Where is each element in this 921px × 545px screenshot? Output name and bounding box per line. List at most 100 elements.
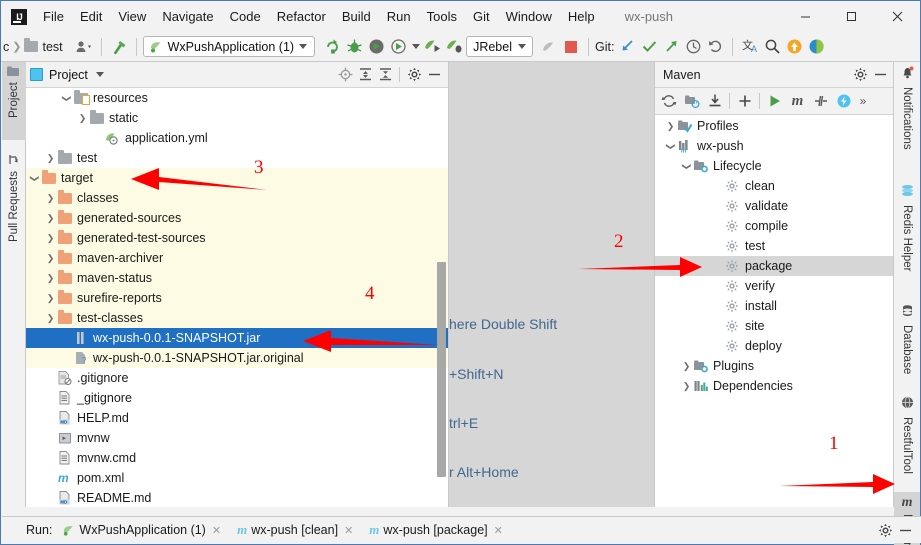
build-hammer-icon[interactable] — [108, 36, 130, 58]
tree-row[interactable]: application.yml — [26, 128, 448, 148]
search-everywhere-icon[interactable] — [761, 36, 783, 58]
hide-icon-maven[interactable] — [870, 65, 890, 85]
chevron-right-icon[interactable]: ❯ — [664, 121, 677, 132]
close-button[interactable] — [874, 1, 920, 32]
right-sidebar-item-notifications[interactable]: Notifications — [894, 62, 920, 172]
toggle-skip-tests-icon[interactable] — [809, 90, 832, 112]
menu-item-edit[interactable]: Edit — [72, 5, 110, 28]
tree-row[interactable]: .gitignore — [26, 368, 448, 388]
debug-icon[interactable] — [343, 36, 365, 58]
maven-tree-row[interactable]: ❯ Plugins — [655, 356, 894, 376]
maven-tree-row[interactable]: validate — [655, 196, 894, 216]
maven-tree-row[interactable]: install — [655, 296, 894, 316]
right-sidebar-item-database[interactable]: Database — [894, 300, 920, 386]
close-icon[interactable]: ✕ — [494, 524, 503, 537]
git-update-icon[interactable] — [616, 36, 638, 58]
gear-icon[interactable] — [404, 65, 424, 85]
add-maven-project-icon[interactable] — [680, 90, 703, 112]
git-push-icon[interactable] — [660, 36, 682, 58]
chevron-down-icon[interactable]: ❯ — [61, 92, 72, 105]
chevron-right-icon[interactable]: ❯ — [44, 193, 57, 204]
tree-row[interactable]: ❯ resources — [26, 88, 448, 108]
plus-icon[interactable] — [733, 90, 756, 112]
git-commit-icon[interactable] — [638, 36, 660, 58]
download-sources-icon[interactable] — [703, 90, 726, 112]
project-file-tree[interactable]: ❯ resources ❯ static application.yml ❯ test ❯ ta… — [26, 88, 448, 507]
tree-row[interactable]: MD HELP.md — [26, 408, 448, 428]
git-rollback-icon[interactable] — [704, 36, 726, 58]
tree-row[interactable]: ? wx-push-0.0.1-SNAPSHOT.jar.original — [26, 348, 448, 368]
menu-item-run[interactable]: Run — [379, 5, 419, 28]
tree-row[interactable]: ❯ test — [26, 148, 448, 168]
update-icon[interactable] — [783, 36, 805, 58]
chevron-right-icon[interactable]: ❯ — [44, 253, 57, 264]
tree-row[interactable]: mvnw — [26, 428, 448, 448]
ide-icon[interactable] — [805, 36, 827, 58]
tree-row[interactable]: ❯ generated-test-sources — [26, 228, 448, 248]
chevron-down-icon[interactable]: ❯ — [665, 140, 676, 153]
maven-tree-row[interactable]: ❯ Profiles — [655, 116, 894, 136]
run-configuration-selector[interactable]: WxPushApplication (1) — [142, 36, 316, 57]
maven-tree-row[interactable]: ❯ m wx-push — [655, 136, 894, 156]
git-history-icon[interactable] — [682, 36, 704, 58]
tree-row[interactable]: ❯ classes — [26, 188, 448, 208]
maven-tree-row[interactable]: clean — [655, 176, 894, 196]
breadcrumb[interactable]: c ❯ test — [3, 38, 63, 54]
run-tab[interactable]: m wx-push [clean] ✕ — [237, 522, 353, 538]
maven-tree-row[interactable]: package — [655, 256, 894, 276]
right-sidebar-item-restfultool[interactable]: RestfulTool — [894, 392, 920, 488]
tree-row[interactable]: MD README.md — [26, 488, 448, 507]
tree-row[interactable]: ❯ generated-sources — [26, 208, 448, 228]
chevron-right-icon[interactable]: ❯ — [44, 213, 57, 224]
maven-goal-tree[interactable]: ❯ Profiles ❯ m wx-push ❯ Lifecycle clean validat… — [655, 116, 894, 507]
maven-tree-row[interactable]: test — [655, 236, 894, 256]
run-tab[interactable]: WxPushApplication (1) ✕ — [62, 523, 221, 537]
maven-tree-row[interactable]: ❯ Lifecycle — [655, 156, 894, 176]
locate-icon[interactable] — [335, 65, 355, 85]
profile-icon[interactable] — [387, 36, 409, 58]
menu-item-window[interactable]: Window — [498, 5, 560, 28]
menu-item-build[interactable]: Build — [334, 5, 379, 28]
toggle-offline-icon[interactable] — [832, 90, 855, 112]
sidebar-item-project[interactable]: Project — [2, 62, 26, 140]
chevron-right-icon[interactable]: ❯ — [76, 113, 89, 124]
tree-row[interactable]: mvnw.cmd — [26, 448, 448, 468]
tree-row[interactable]: ❯ maven-status — [26, 268, 448, 288]
tree-row[interactable]: m pom.xml — [26, 468, 448, 488]
reload-icon[interactable] — [657, 90, 680, 112]
rerun-icon[interactable] — [321, 36, 343, 58]
maven-tree-row[interactable]: ❯ Dependencies — [655, 376, 894, 396]
menu-item-navigate[interactable]: Navigate — [154, 5, 221, 28]
chevron-down-icon[interactable]: ❯ — [681, 160, 692, 173]
chevron-right-icon[interactable]: ❯ — [680, 361, 693, 372]
chevron-down-icon[interactable]: ❯ — [29, 172, 40, 185]
gear-icon-maven[interactable] — [850, 65, 870, 85]
profile-dropdown-icon[interactable] — [409, 36, 422, 58]
jrebel-debug-icon[interactable] — [444, 36, 466, 58]
tree-row[interactable]: ❯ test-classes — [26, 308, 448, 328]
maven-tree-row[interactable]: site — [655, 316, 894, 336]
chevron-right-icon[interactable]: ❯ — [680, 381, 693, 392]
project-tree-scrollbar[interactable] — [437, 262, 446, 477]
hide-icon[interactable] — [424, 65, 444, 85]
close-icon[interactable]: ✕ — [212, 524, 221, 537]
maven-tree-row[interactable]: compile — [655, 216, 894, 236]
right-sidebar-item-redis-helper[interactable]: Redis Helper — [894, 180, 920, 292]
menu-item-code[interactable]: Code — [222, 5, 269, 28]
tree-row[interactable]: ❯ target — [26, 168, 448, 188]
maven-m-icon[interactable]: m — [786, 90, 809, 112]
maven-tree-row[interactable]: verify — [655, 276, 894, 296]
menu-item-refactor[interactable]: Refactor — [269, 5, 334, 28]
run-tab[interactable]: m wx-push [package] ✕ — [369, 522, 503, 538]
run-with-coverage-icon[interactable] — [365, 36, 387, 58]
run-icon[interactable] — [763, 90, 786, 112]
more-chevrons-icon[interactable]: » — [855, 90, 871, 112]
chevron-right-icon[interactable]: ❯ — [44, 153, 57, 164]
tree-row[interactable]: ❯ surefire-reports — [26, 288, 448, 308]
avatar-dropdown-icon[interactable] — [73, 36, 95, 58]
jrebel-run-icon[interactable] — [422, 36, 444, 58]
menu-item-git[interactable]: Git — [465, 5, 498, 28]
breadcrumb-item-test[interactable]: test — [42, 40, 62, 54]
hide-icon-run[interactable] — [895, 520, 915, 540]
maximize-button[interactable] — [828, 1, 874, 32]
